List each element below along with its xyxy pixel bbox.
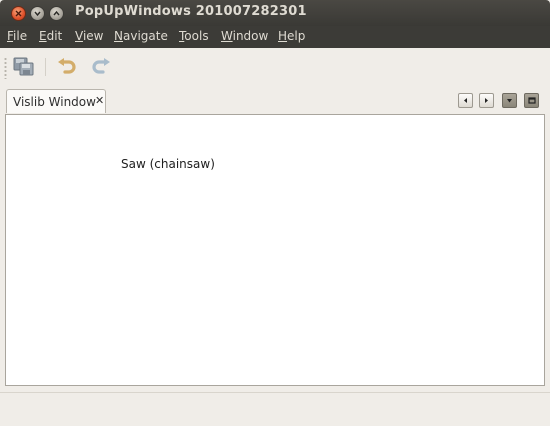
toolbar-grip[interactable] <box>4 57 7 79</box>
menu-mnemonic: V <box>75 29 83 43</box>
close-tab-icon[interactable]: ✕ <box>95 94 104 108</box>
scroll-tabs-left-button[interactable] <box>458 93 473 108</box>
menu-help[interactable]: Help <box>278 29 305 43</box>
show-opened-documents-button[interactable] <box>502 93 517 108</box>
close-window-button[interactable] <box>11 6 26 21</box>
vislib-content-panel[interactable]: Saw (chainsaw) <box>5 114 545 386</box>
menu-label: indow <box>232 29 269 43</box>
save-all-button[interactable] <box>12 56 36 78</box>
application-window: PopUpWindows 201007282301 File Edit View… <box>0 0 550 426</box>
status-bar <box>0 392 550 426</box>
redo-button[interactable] <box>89 56 113 78</box>
content-label: Saw (chainsaw) <box>121 157 215 171</box>
maximize-icon <box>527 97 536 104</box>
maximize-window-panel-button[interactable] <box>524 93 539 108</box>
undo-button[interactable] <box>55 56 79 78</box>
menu-mnemonic: H <box>278 29 288 43</box>
save-all-icon <box>13 57 34 76</box>
menu-file[interactable]: File <box>7 29 27 43</box>
title-bar[interactable]: PopUpWindows 201007282301 <box>0 0 550 26</box>
tab-strip: Vislib Window ✕ <box>0 86 550 114</box>
toolbar-separator <box>45 58 46 76</box>
arrow-left-icon <box>464 98 467 103</box>
menu-navigate[interactable]: Navigate <box>114 29 168 43</box>
menu-label: ile <box>13 29 28 43</box>
maximize-window-button[interactable] <box>49 6 64 21</box>
menu-label: dit <box>46 29 63 43</box>
menu-edit[interactable]: Edit <box>39 29 62 43</box>
menu-label: iew <box>82 29 104 43</box>
chevron-up-icon <box>53 10 60 16</box>
redo-icon <box>92 58 110 74</box>
menu-mnemonic: W <box>221 29 233 43</box>
menu-label: avigate <box>122 29 168 43</box>
toolbar <box>0 48 550 86</box>
menu-bar: File Edit View Navigate Tools Window Hel… <box>0 26 550 48</box>
menu-mnemonic: N <box>114 29 123 43</box>
tab-label: Vislib Window <box>13 95 96 109</box>
arrow-right-icon <box>485 98 488 103</box>
menu-label: elp <box>287 29 306 43</box>
tab-vislib-window[interactable]: Vislib Window ✕ <box>6 89 106 113</box>
window-title: PopUpWindows 201007282301 <box>75 4 307 19</box>
close-icon <box>15 10 22 17</box>
arrow-down-icon <box>507 99 512 103</box>
undo-icon <box>58 58 76 74</box>
menu-mnemonic: E <box>39 29 47 43</box>
menu-view[interactable]: View <box>75 29 103 43</box>
menu-tools[interactable]: Tools <box>179 29 209 43</box>
chevron-down-icon <box>34 11 41 17</box>
minimize-window-button[interactable] <box>30 6 45 21</box>
scroll-tabs-right-button[interactable] <box>479 93 494 108</box>
menu-window[interactable]: Window <box>221 29 268 43</box>
menu-label: ools <box>184 29 209 43</box>
